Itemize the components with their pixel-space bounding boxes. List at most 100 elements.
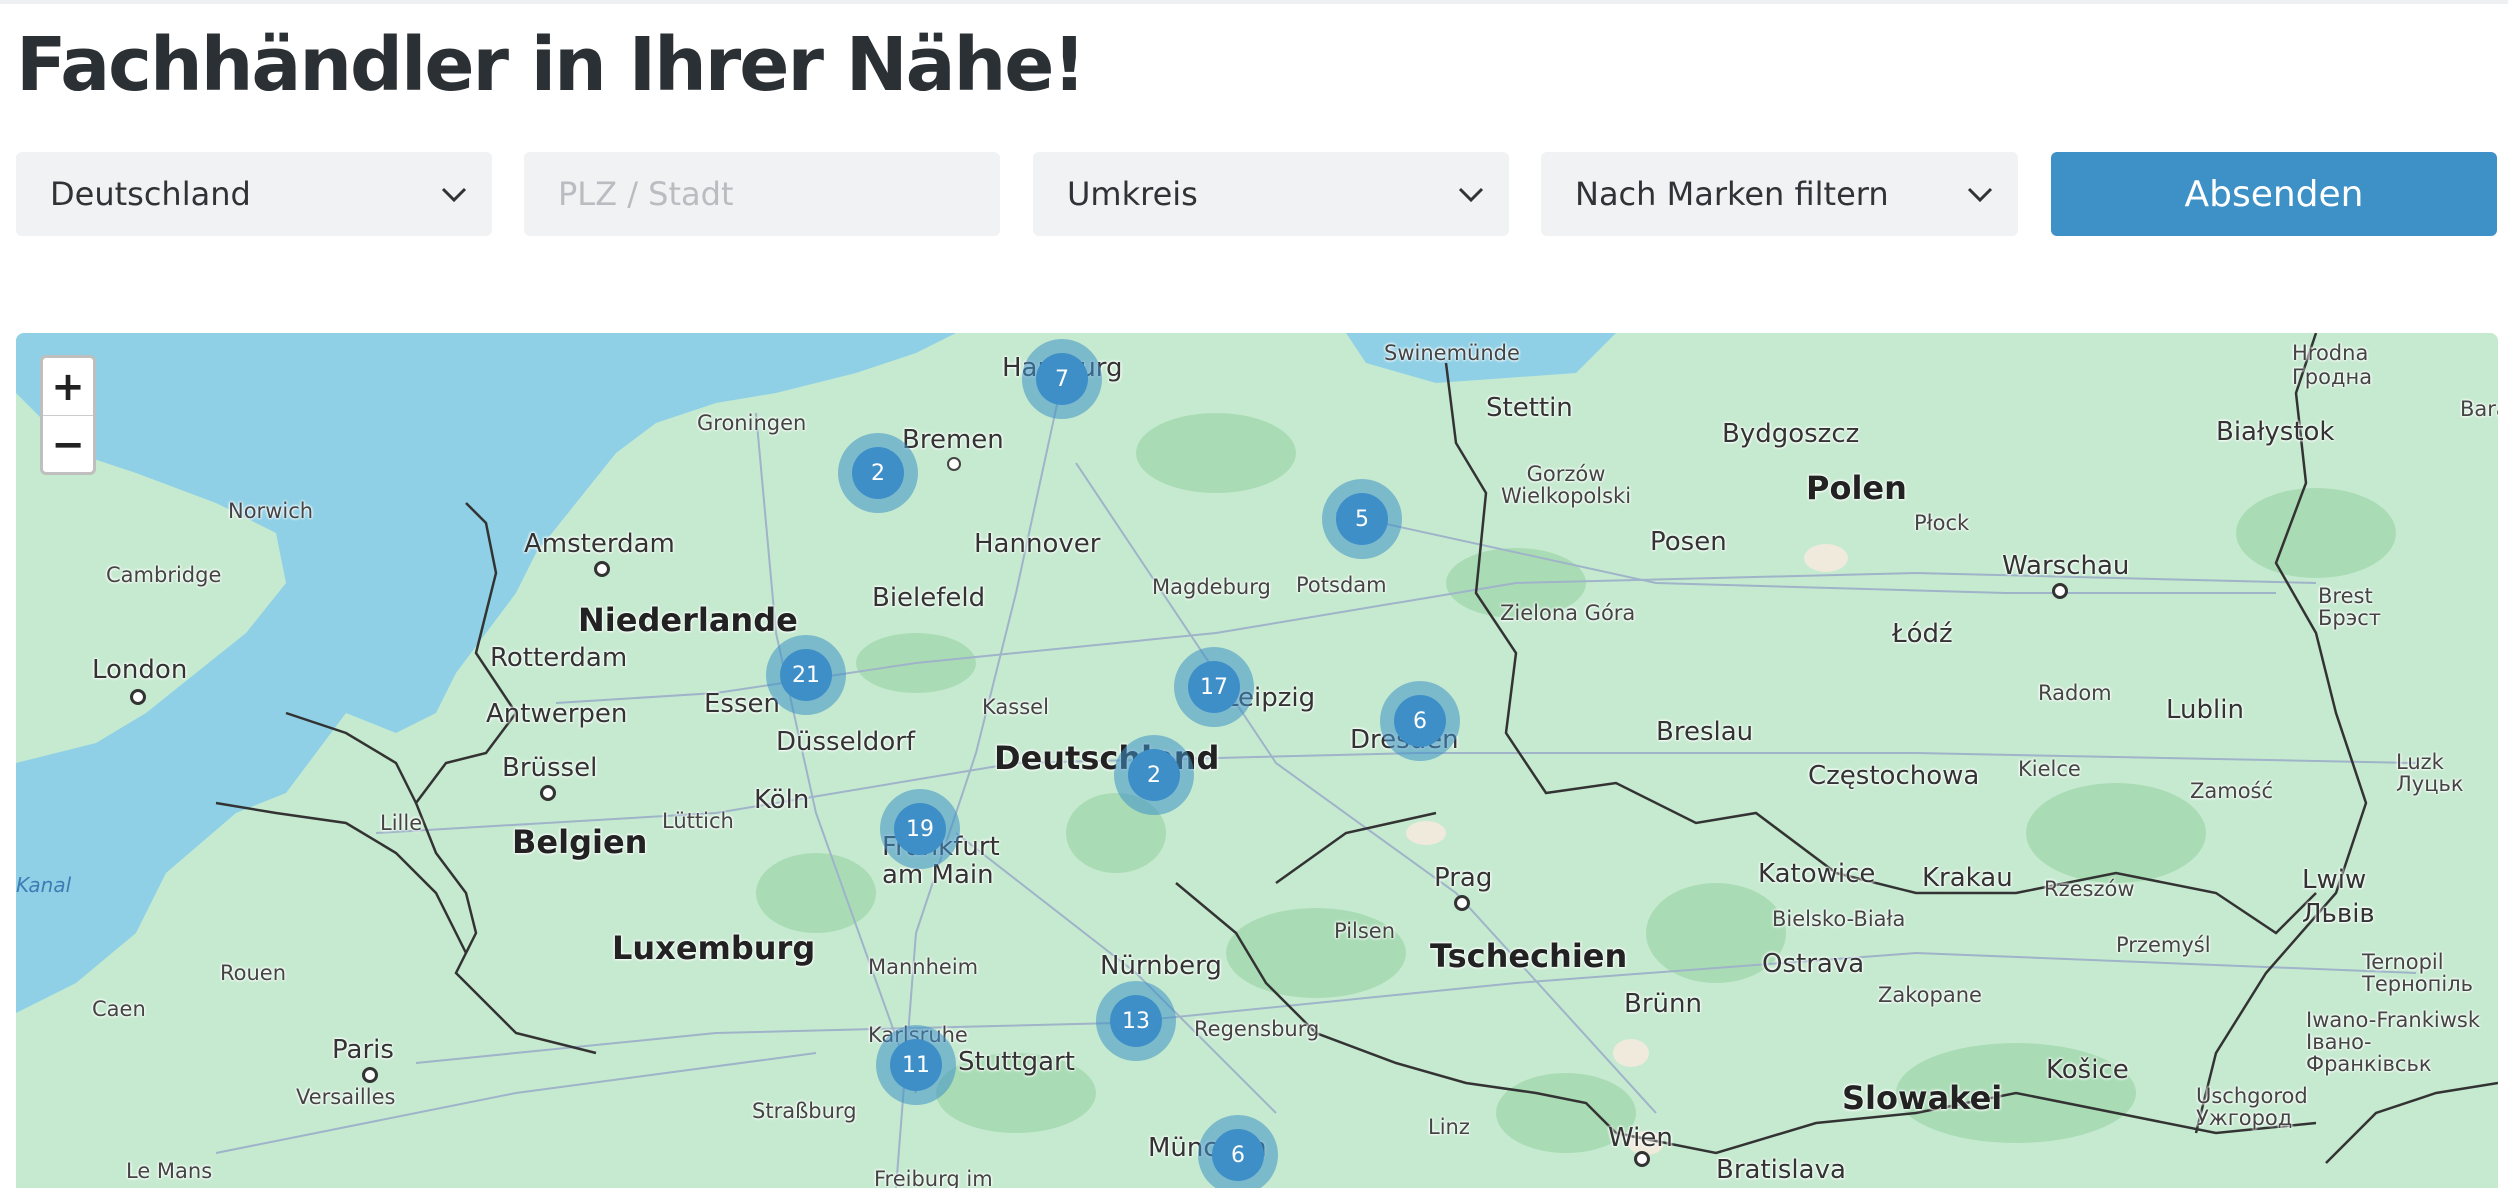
map-label-city: Luzk Луцьк bbox=[2396, 750, 2464, 796]
map-label-city: Stettin bbox=[1486, 393, 1573, 423]
chevron-down-icon bbox=[1458, 187, 1484, 203]
map-label-city: Regensburg bbox=[1194, 1017, 1320, 1041]
map-label-city: Przemyśl bbox=[2116, 933, 2211, 957]
map-label-city: Rouen bbox=[220, 961, 287, 985]
map-label-city: Gorzów Wielkopolski bbox=[1500, 462, 1632, 508]
map-label-city: Hannover bbox=[974, 529, 1101, 559]
map-label-city: Bielefeld bbox=[872, 583, 986, 613]
map-label-city: Potsdam bbox=[1296, 573, 1387, 597]
map-label-city: Hrodna Гродна bbox=[2292, 341, 2373, 389]
top-border bbox=[0, 0, 2508, 4]
map-label-city: Linz bbox=[1428, 1115, 1470, 1139]
capital-dot bbox=[362, 1067, 378, 1083]
map-label-city: Cambridge bbox=[106, 563, 222, 587]
map-label-city: London bbox=[92, 655, 188, 685]
map-label-city: Bydgoszcz bbox=[1722, 419, 1860, 449]
cluster-marker[interactable]: 5 bbox=[1322, 479, 1402, 559]
map-label-city: Bielsko-Biała bbox=[1772, 907, 1906, 931]
chevron-down-icon bbox=[1967, 187, 1993, 203]
city-dot bbox=[947, 457, 961, 471]
map-label-city: Magdeburg bbox=[1152, 575, 1271, 599]
cluster-count: 2 bbox=[1128, 749, 1180, 801]
map-label-city: Lille bbox=[380, 811, 423, 835]
capital-dot bbox=[2052, 583, 2068, 599]
cluster-marker[interactable]: 7 bbox=[1022, 339, 1102, 419]
zoom-out-button[interactable]: − bbox=[43, 416, 93, 473]
map-label-city: Płock bbox=[1914, 511, 1970, 535]
cluster-marker[interactable]: 17 bbox=[1174, 647, 1254, 727]
brand-filter-value: Nach Marken filtern bbox=[1575, 175, 1889, 213]
map-label-city: Versailles bbox=[296, 1085, 396, 1109]
map-label-city: Wien bbox=[1608, 1123, 1673, 1153]
map-label-city: Le Mans bbox=[126, 1159, 213, 1183]
map-label-city: Iwano-Frankiwsk Івано-Франківськ bbox=[2306, 1008, 2480, 1076]
map-label-city: Pilsen bbox=[1334, 919, 1396, 943]
cluster-marker[interactable]: 21 bbox=[766, 635, 846, 715]
cluster-marker[interactable]: 2 bbox=[1114, 735, 1194, 815]
radius-select[interactable]: Umkreis bbox=[1033, 152, 1509, 236]
map-label-city: Warschau bbox=[2002, 551, 2130, 581]
cluster-count: 7 bbox=[1036, 353, 1088, 405]
cluster-count: 11 bbox=[890, 1039, 942, 1091]
map-label-city: Groningen bbox=[697, 411, 807, 435]
filter-bar: Deutschland PLZ / Stadt Umkreis Nach Mar… bbox=[16, 152, 2498, 236]
cluster-count: 2 bbox=[852, 447, 904, 499]
map-label-city: Nürnberg bbox=[1100, 951, 1222, 981]
cluster-count: 19 bbox=[894, 803, 946, 855]
map-label-city: Prag bbox=[1434, 863, 1493, 893]
dealer-map[interactable]: Niederlande Belgien Luxemburg Deutschlan… bbox=[16, 333, 2498, 1188]
map-label-city: Caen bbox=[92, 997, 146, 1021]
map-label-city: Częstochowa bbox=[1808, 761, 1980, 791]
city-input-placeholder: PLZ / Stadt bbox=[558, 175, 734, 213]
map-label-city: Brünn bbox=[1624, 989, 1702, 1019]
map-label-luxembourg: Luxemburg bbox=[612, 929, 816, 967]
map-label-water: Kanal bbox=[16, 873, 72, 897]
map-label-city: Košice bbox=[2046, 1055, 2129, 1085]
country-select[interactable]: Deutschland bbox=[16, 152, 492, 236]
map-label-city: Krakau bbox=[1922, 863, 2013, 893]
map-label-city: Stuttgart bbox=[958, 1047, 1075, 1077]
map-label-czechia: Tschechien bbox=[1430, 937, 1628, 975]
map-label-city: Paris bbox=[332, 1035, 394, 1065]
map-label-city: Kielce bbox=[2018, 757, 2081, 781]
map-label-city: Freiburg im bbox=[874, 1167, 993, 1188]
map-label-city: Łódź bbox=[1892, 619, 1953, 649]
chevron-down-icon bbox=[441, 187, 467, 203]
capital-dot bbox=[540, 785, 556, 801]
cluster-marker[interactable]: 6 bbox=[1380, 681, 1460, 761]
map-label-city: Antwerpen bbox=[486, 699, 628, 729]
map-label-city: Rzeszów bbox=[2044, 877, 2135, 901]
cluster-count: 17 bbox=[1188, 661, 1240, 713]
map-zoom-control: + − bbox=[40, 355, 96, 475]
map-label-city: Essen bbox=[704, 689, 780, 719]
cluster-marker[interactable]: 13 bbox=[1096, 981, 1176, 1061]
map-label-city: Lüttich bbox=[662, 809, 734, 833]
submit-button[interactable]: Absenden bbox=[2051, 152, 2497, 236]
cluster-marker[interactable]: 2 bbox=[838, 433, 918, 513]
map-label-poland: Polen bbox=[1806, 469, 1907, 507]
map-label-city: Brüssel bbox=[502, 753, 598, 783]
map-label-city: Kassel bbox=[982, 695, 1049, 719]
capital-dot bbox=[594, 561, 610, 577]
map-label-city: Ostrava bbox=[1762, 949, 1865, 979]
zoom-in-button[interactable]: + bbox=[43, 358, 93, 416]
map-label-netherlands: Niederlande bbox=[578, 601, 798, 639]
cluster-marker[interactable]: 19 bbox=[880, 789, 960, 869]
map-label-city: Straßburg bbox=[752, 1099, 857, 1123]
map-label-city: Norwich bbox=[228, 499, 314, 523]
cluster-count: 5 bbox=[1336, 493, 1388, 545]
map-label-slovakia: Slowakei bbox=[1842, 1079, 2003, 1117]
radius-select-value: Umkreis bbox=[1067, 175, 1198, 213]
map-label-city: Zielona Góra bbox=[1500, 601, 1636, 625]
cluster-marker[interactable]: 11 bbox=[876, 1025, 956, 1105]
map-label-city: Lwiw Львів bbox=[2302, 865, 2375, 929]
map-label-city: Radom bbox=[2038, 681, 2112, 705]
capital-dot bbox=[1634, 1151, 1650, 1167]
map-label-city: Posen bbox=[1650, 527, 1727, 557]
capital-dot bbox=[130, 689, 146, 705]
cluster-marker[interactable]: 6 bbox=[1198, 1115, 1278, 1188]
cluster-count: 13 bbox=[1110, 995, 1162, 1047]
brand-filter-select[interactable]: Nach Marken filtern bbox=[1541, 152, 2018, 236]
map-label-city: Brest Брэст bbox=[2318, 584, 2382, 630]
city-input[interactable]: PLZ / Stadt bbox=[524, 152, 1000, 236]
